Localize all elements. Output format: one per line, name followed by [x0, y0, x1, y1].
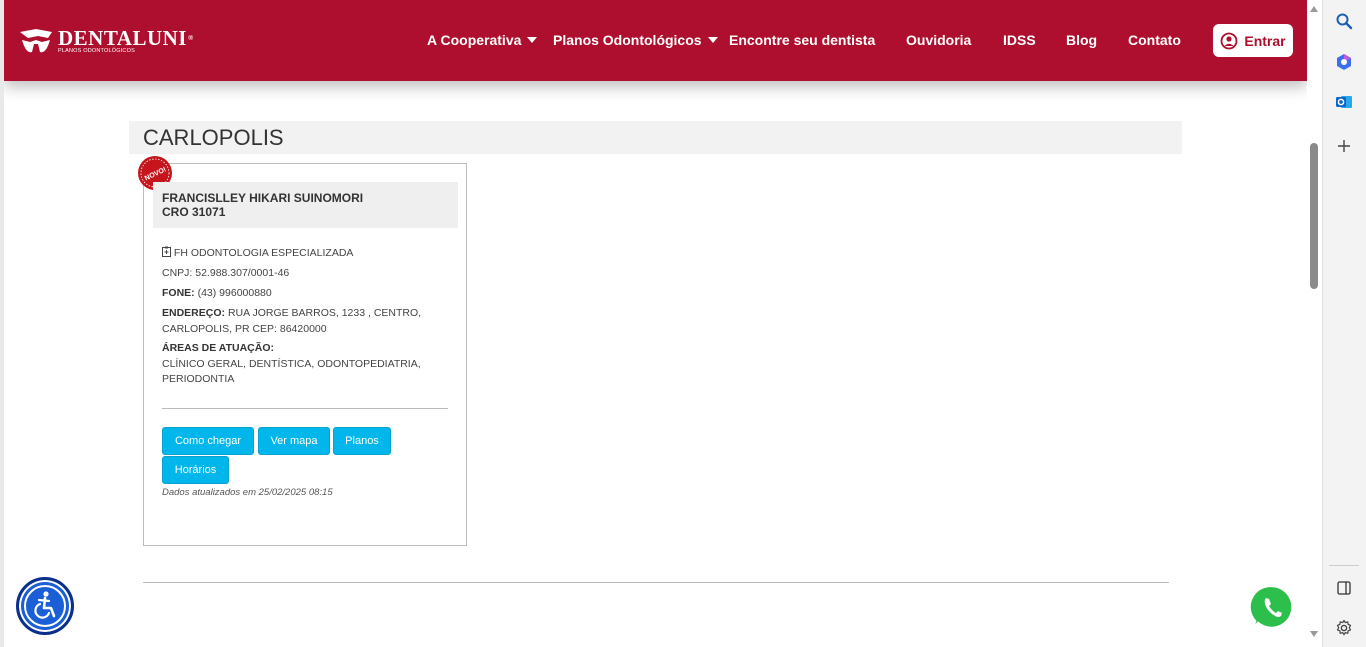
nav-label: Planos Odontológicos: [553, 32, 702, 48]
accessibility-button[interactable]: [16, 577, 74, 635]
address-line: ENDEREÇO: RUA JORGE BARROS, 1233 , CENTR…: [162, 306, 442, 337]
clinic-line: FH ODONTOLOGIA ESPECIALIZADA: [162, 246, 442, 262]
cnpj: CNPJ: 52.988.307/0001-46: [162, 267, 290, 279]
settings-icon[interactable]: [1334, 618, 1354, 638]
clinic-icon: [162, 246, 171, 257]
sidebar-divider: [1329, 565, 1359, 566]
nav-item-idss[interactable]: IDSS: [1003, 32, 1036, 48]
horarios-button[interactable]: Horários: [162, 456, 229, 484]
search-icon[interactable]: [1334, 11, 1354, 31]
city-header: CARLOPOLIS: [129, 121, 1182, 154]
nav-label: Blog: [1066, 32, 1098, 48]
outlook-icon[interactable]: [1334, 92, 1354, 112]
scroll-down-arrow-icon[interactable]: [1310, 631, 1318, 637]
phone-value: (43) 996000880: [197, 287, 272, 299]
caret-down-icon: [527, 37, 538, 43]
areas-label: ÁREAS DE ATUAÇÃO:: [162, 342, 274, 354]
last-updated: Dados atualizados em 25/02/2025 08:15: [162, 487, 333, 498]
clinic-name: FH ODONTOLOGIA ESPECIALIZADA: [173, 247, 354, 259]
login-label: Entrar: [1244, 32, 1286, 49]
page-scrollbar[interactable]: [1307, 0, 1322, 647]
sidebar-toggle-icon[interactable]: [1334, 578, 1354, 598]
nav-item-planos-odontologicos[interactable]: Planos Odontológicos: [553, 32, 718, 48]
dentist-card: NOVO! FRANCISLLEY HIKARI SUINOMORI CRO 3…: [138, 156, 467, 546]
browser-viewport: DENTALUNI® PLANOS ODONTOLÓGICOS A Cooper…: [4, 0, 1307, 647]
dentist-card-header: FRANCISLLEY HIKARI SUINOMORI CRO 31071: [153, 182, 458, 228]
ver-mapa-button[interactable]: Ver mapa: [258, 427, 330, 455]
city-title: CARLOPOLIS: [143, 125, 284, 150]
como-chegar-button[interactable]: Como chegar: [162, 427, 254, 455]
dentist-name: FRANCISLLEY HIKARI SUINOMORI: [162, 191, 364, 205]
nav-item-blog[interactable]: Blog: [1066, 32, 1097, 48]
phone-line: FONE: (43) 996000880: [162, 286, 442, 302]
dentist-cro: CRO 31071: [162, 205, 226, 219]
nav-item-ouvidoria[interactable]: Ouvidoria: [906, 32, 971, 48]
areas-line: ÁREAS DE ATUAÇÃO: CLÍNICO GERAL, DENTÍST…: [162, 341, 442, 388]
login-button[interactable]: Entrar: [1213, 24, 1293, 57]
whatsapp-button[interactable]: [1248, 583, 1298, 633]
card-divider: [162, 408, 448, 409]
accessibility-icon: [24, 585, 66, 627]
nav-item-a-cooperativa[interactable]: A Cooperativa: [427, 32, 538, 48]
main-nav: A Cooperativa Planos Odontológicos Encon…: [4, 0, 1307, 81]
user-circle-icon: [1220, 32, 1238, 49]
nav-label: Encontre seu dentista: [729, 32, 876, 48]
areas-value: CLÍNICO GERAL, DENTÍSTICA, ODONTOPEDIATR…: [162, 357, 421, 386]
scroll-up-arrow-icon[interactable]: [1310, 6, 1318, 12]
add-icon[interactable]: [1334, 136, 1354, 156]
copilot-icon[interactable]: [1334, 52, 1354, 72]
site-header: DENTALUNI® PLANOS ODONTOLÓGICOS A Cooper…: [4, 0, 1307, 81]
nav-label: IDSS: [1003, 32, 1036, 48]
address-label: ENDEREÇO:: [162, 307, 226, 319]
caret-down-icon: [707, 37, 718, 43]
browser-sidebar: [1322, 0, 1366, 647]
nav-label: A Cooperativa: [427, 32, 522, 48]
section-divider: [143, 582, 1169, 583]
phone-label: FONE:: [162, 287, 195, 299]
nav-item-encontre-dentista[interactable]: Encontre seu dentista: [729, 32, 875, 48]
scroll-thumb[interactable]: [1310, 143, 1318, 289]
planos-button[interactable]: Planos: [333, 427, 391, 455]
nav-label: Contato: [1128, 32, 1181, 48]
nav-label: Ouvidoria: [906, 32, 972, 48]
whatsapp-icon: [1248, 584, 1294, 631]
nav-item-contato[interactable]: Contato: [1128, 32, 1181, 48]
